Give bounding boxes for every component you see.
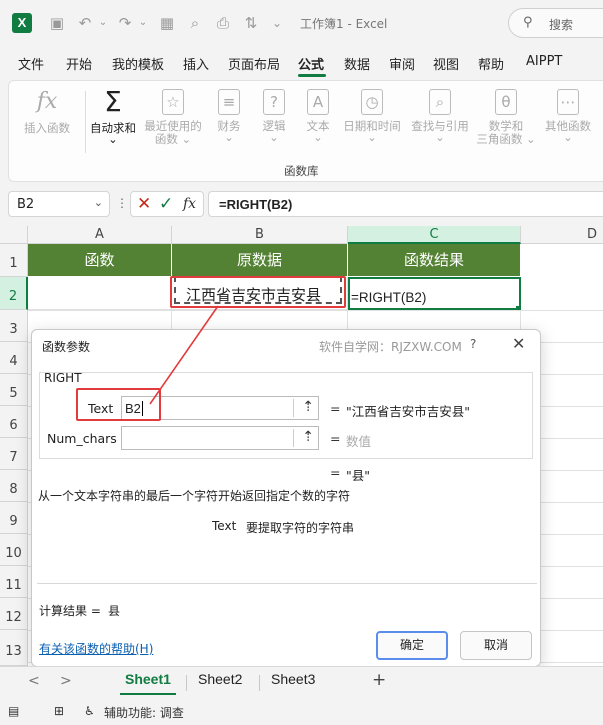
status-bar: ▤ ⊞ ♿ 辅助功能: 调查	[0, 697, 603, 725]
sheet-tab-sheet2[interactable]: Sheet2	[198, 671, 242, 687]
ready-status-icon: ▤	[8, 704, 20, 718]
chevron-left-icon[interactable]: <	[28, 673, 40, 689]
accessibility-status[interactable]: 辅助功能: 调查	[104, 704, 184, 721]
macro-recording-icon[interactable]: ⊞	[54, 704, 64, 718]
chevron-right-icon[interactable]: >	[60, 673, 72, 689]
sheet-tab-sheet1[interactable]: Sheet1	[125, 671, 171, 687]
add-sheet-button[interactable]: +	[372, 670, 386, 690]
tab-separator	[186, 675, 187, 691]
annotation-line	[149, 305, 219, 405]
tab-separator	[259, 675, 260, 691]
accessibility-icon[interactable]: ♿	[84, 704, 95, 718]
sheet-tab-bar: < > Sheet1 Sheet2 Sheet3 +	[0, 666, 603, 697]
sheet-tab-sheet3[interactable]: Sheet3	[271, 671, 315, 687]
annotation-arrow	[149, 305, 219, 405]
active-sheet-indicator	[120, 693, 176, 695]
